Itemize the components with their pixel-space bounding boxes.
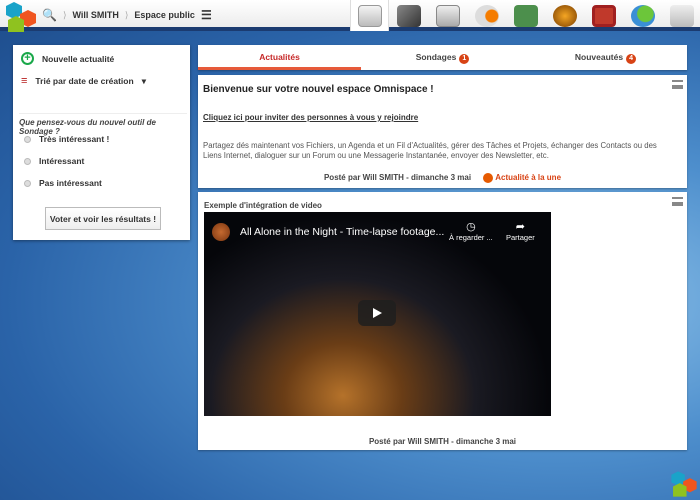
watch-later-button[interactable]: ◷ À regarder ...	[449, 220, 493, 242]
radio-button[interactable]	[24, 135, 31, 143]
invite-link[interactable]: Cliquez ici pour inviter des personnes à…	[203, 113, 418, 122]
breadcrumb-separator: ⟩	[124, 9, 129, 20]
mail-app-icon[interactable]	[662, 0, 700, 31]
plus-circle-icon: +	[21, 52, 34, 65]
poll-option[interactable]: Intéressant	[24, 156, 84, 166]
search-icon[interactable]: 🔍	[42, 8, 57, 22]
poll-option[interactable]: Pas intéressant	[24, 178, 102, 188]
post-body: Partagez dés maintenant vos Fichiers, un…	[203, 141, 657, 160]
links-app-icon[interactable]	[545, 0, 584, 31]
tasks-app-icon[interactable]	[584, 0, 623, 31]
clock-icon: ◷	[466, 221, 476, 233]
new-post-button[interactable]: + Nouvelle actualité	[21, 52, 114, 65]
channel-avatar	[212, 223, 230, 241]
featured-icon	[483, 173, 494, 183]
omnispace-corner-logo	[671, 471, 697, 497]
sidebar-panel: + Nouvelle actualité ≡ Trié par date de …	[13, 45, 190, 240]
share-icon: ➦	[515, 221, 525, 233]
option-label: Intéressant	[39, 156, 85, 166]
news-post-card: Bienvenue sur votre nouvel espace Omnisp…	[198, 75, 687, 188]
post-menu-icon[interactable]	[672, 80, 683, 89]
video-title[interactable]: All Alone in the Night - Time-lapse foot…	[240, 226, 444, 238]
contacts-app-icon[interactable]	[506, 0, 545, 31]
vote-button[interactable]: Voter et voir les résultats !	[45, 207, 161, 230]
chevron-down-icon: ▾	[141, 75, 146, 86]
watch-later-label: À regarder ...	[449, 233, 493, 242]
option-label: Très intéressant !	[39, 134, 110, 144]
top-bar: 🔍 ⟩ Will SMITH ⟩ Espace public ☰	[0, 0, 700, 32]
option-label: Pas intéressant	[39, 178, 102, 188]
omnispace-logo[interactable]	[2, 2, 40, 32]
sort-label: Trié par date de création	[35, 76, 134, 86]
announcements-app-icon[interactable]	[467, 0, 506, 31]
tab-label: Nouveautés	[574, 52, 624, 62]
files-app-icon[interactable]	[389, 0, 428, 31]
tab-label: Actualités	[259, 52, 300, 62]
video-player[interactable]: All Alone in the Night - Time-lapse foot…	[204, 212, 551, 416]
poll-question: Que pensez-vous du nouvel outil de Sonda…	[19, 113, 187, 136]
tab-actualites[interactable]: Actualités	[198, 45, 361, 70]
play-button[interactable]	[358, 300, 396, 326]
messenger-app-icon[interactable]	[623, 0, 662, 31]
radio-button[interactable]	[24, 179, 31, 187]
calendar-app-icon[interactable]	[428, 0, 467, 31]
tab-sondages[interactable]: Sondages 1	[361, 45, 524, 70]
count-badge: 1	[459, 54, 470, 64]
count-badge: 4	[626, 54, 637, 64]
post-menu-icon[interactable]	[672, 197, 683, 206]
tab-bar: Actualités Sondages 1 Nouveautés 4	[198, 45, 687, 70]
tab-nouveautes[interactable]: Nouveautés 4	[524, 45, 687, 70]
breadcrumb-user[interactable]: Will SMITH	[72, 10, 118, 20]
breadcrumb-separator: ⟩	[62, 9, 67, 20]
breadcrumb-space[interactable]: Espace public	[134, 10, 195, 20]
new-post-label: Nouvelle actualité	[42, 53, 115, 64]
radio-button[interactable]	[24, 157, 31, 165]
featured-link[interactable]: Actualité à la une	[495, 173, 561, 182]
app-toolbar	[350, 0, 700, 31]
sort-icon: ≡	[21, 75, 28, 87]
post-footer: Posté par Will SMITH - dimanche 3 mai	[323, 173, 472, 183]
post-footer: Posté par Will SMITH - dimanche 3 mai	[368, 437, 517, 446]
post-title: Bienvenue sur votre nouvel espace Omnisp…	[203, 84, 434, 95]
poll-option[interactable]: Très intéressant !	[24, 134, 109, 144]
sort-dropdown[interactable]: ≡ Trié par date de création ▾	[21, 75, 146, 87]
tab-label: Sondages	[415, 52, 457, 62]
post-title: Exemple d'intégration de video	[204, 201, 322, 210]
share-label: Partager	[506, 233, 535, 242]
news-app-icon[interactable]	[350, 0, 389, 31]
share-button[interactable]: ➦ Partager	[506, 220, 535, 242]
video-post-card: Exemple d'intégration de video All Alone…	[198, 192, 687, 450]
hamburger-menu-icon[interactable]: ☰	[201, 8, 212, 22]
